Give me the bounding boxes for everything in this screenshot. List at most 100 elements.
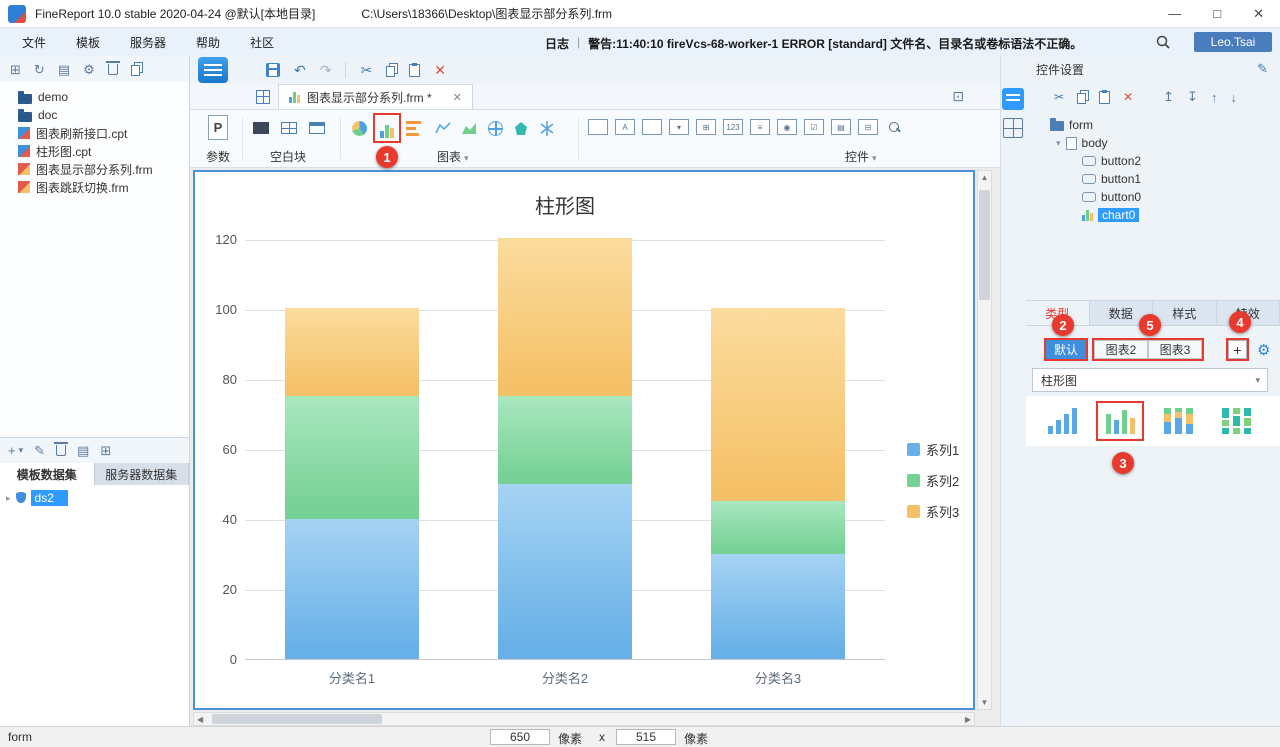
scroll-down-icon[interactable]: ▼ — [981, 698, 989, 707]
delete-template-icon[interactable] — [105, 60, 120, 75]
cut-icon[interactable]: ✂ — [360, 63, 372, 77]
component-tree-item-button1[interactable]: button1 — [1026, 170, 1280, 188]
chart-tab-3[interactable]: 图表3 — [1148, 340, 1202, 359]
tab-style[interactable]: 样式 — [1153, 301, 1217, 325]
move-down-icon[interactable]: ↓ — [1230, 90, 1237, 105]
copy-icon[interactable] — [386, 66, 396, 77]
widget-settings-pane-icon[interactable] — [1002, 88, 1024, 110]
view-icon[interactable]: ▤ — [58, 63, 70, 76]
new-template-icon[interactable]: ⊞ — [10, 63, 21, 76]
absolute-block-icon[interactable] — [278, 118, 300, 138]
gis-chart-icon[interactable] — [510, 118, 532, 138]
refresh-icon[interactable]: ↻ — [34, 63, 45, 76]
chart-type-select[interactable]: 柱形图 ▾ — [1032, 368, 1268, 392]
user-account-button[interactable]: Leo.Tsai — [1194, 32, 1272, 52]
tree-widget-icon[interactable]: ⊟ — [858, 119, 878, 135]
document-tab[interactable]: 图表显示部分系列.frm * ✕ — [278, 84, 473, 109]
duplicate-template-icon[interactable] — [130, 65, 140, 76]
legend-item[interactable]: 系列1 — [907, 440, 959, 459]
menu-item-4[interactable]: 社区 — [250, 34, 274, 51]
add-chart-button[interactable]: + — [1226, 338, 1249, 361]
component-tree-item-button0[interactable]: button0 — [1026, 188, 1280, 206]
undo-icon[interactable]: ↶ — [294, 63, 306, 77]
add-dataset-icon[interactable]: + — [8, 444, 16, 457]
file-tree-item[interactable]: doc — [0, 106, 189, 124]
edit-icon[interactable]: ✎ — [1257, 61, 1268, 77]
horizontal-scroll-thumb[interactable] — [212, 714, 382, 724]
redo-icon[interactable]: ↷ — [320, 63, 332, 77]
list-view-icon[interactable]: ▤ — [831, 119, 851, 135]
add-dataset-dropdown-icon[interactable]: ▾ — [19, 446, 24, 455]
file-tree-item[interactable]: 柱形图.cpt — [0, 142, 189, 160]
template-list-icon[interactable] — [256, 89, 270, 104]
button-icon[interactable] — [642, 119, 662, 135]
canvas-height-input[interactable]: 515 — [616, 729, 676, 745]
component-tree-item-chart0[interactable]: chart0 — [1026, 206, 1280, 224]
save-icon[interactable] — [266, 63, 280, 77]
stacked-column-chart-type-icon[interactable] — [1154, 401, 1202, 441]
edit-dataset-icon[interactable]: ✎ — [34, 444, 45, 457]
map-chart-icon[interactable] — [484, 118, 506, 138]
custom-column-chart-type-icon[interactable] — [1096, 401, 1144, 441]
parameter-pane-button[interactable]: P — [208, 115, 228, 140]
tab-server-dataset[interactable]: 服务器数据集 — [95, 463, 189, 485]
scroll-up-icon[interactable]: ▲ — [981, 173, 989, 182]
chart-settings-gear-icon[interactable]: ⚙ — [1257, 341, 1270, 359]
component-tree-item-button2[interactable]: button2 — [1026, 152, 1280, 170]
delete-icon[interactable]: ✕ — [1123, 91, 1133, 103]
radar-chart-icon[interactable] — [536, 118, 558, 138]
copy-icon[interactable] — [1077, 93, 1087, 104]
tab-template-dataset[interactable]: 模板数据集 — [0, 463, 95, 485]
menu-item-2[interactable]: 服务器 — [130, 34, 166, 51]
legend-item[interactable]: 系列2 — [907, 471, 959, 490]
search-icon[interactable] — [1155, 34, 1171, 50]
file-tree-item[interactable]: 图表显示部分系列.frm — [0, 160, 189, 178]
close-button[interactable]: ✕ — [1253, 6, 1264, 22]
radio-group-icon[interactable]: ◉ — [777, 119, 797, 135]
checkbox-group-icon[interactable]: ☑ — [804, 119, 824, 135]
file-tree-item[interactable]: 图表刷新接口.cpt — [0, 124, 189, 142]
chart-tab-2[interactable]: 图表2 — [1094, 340, 1148, 359]
delete-icon[interactable]: ✕ — [434, 63, 446, 77]
delete-dataset-icon[interactable] — [54, 442, 69, 456]
preview-dataset-icon[interactable]: ▤ — [77, 444, 89, 457]
connection-icon[interactable]: ⊞ — [100, 444, 111, 457]
move-bottom-icon[interactable]: ↧ — [1187, 89, 1198, 105]
cut-icon[interactable]: ✂ — [1054, 91, 1064, 103]
textfield-icon[interactable] — [588, 119, 608, 135]
menu-item-0[interactable]: 文件 — [22, 34, 46, 51]
paste-icon[interactable] — [409, 62, 421, 77]
expand-icon[interactable]: ▸ — [6, 493, 11, 504]
log-status[interactable]: 日志 | 警告:11:40:10 fireVcs-68-worker-1 ERR… — [545, 35, 1082, 52]
component-tree-item-body[interactable]: ▾ body — [1026, 134, 1280, 152]
area-chart-icon[interactable] — [458, 118, 480, 138]
bar-chart-icon[interactable] — [406, 118, 428, 138]
maximize-button[interactable]: □ — [1213, 6, 1221, 22]
menu-item-1[interactable]: 模板 — [76, 34, 100, 51]
line-chart-icon[interactable] — [432, 118, 454, 138]
canvas-width-input[interactable]: 650 — [490, 729, 550, 745]
textarea-icon[interactable]: ≡ — [750, 119, 770, 135]
chart-tab-default[interactable]: 默认 — [1044, 338, 1089, 361]
pie-chart-icon[interactable] — [348, 118, 370, 138]
fit-layout-icon[interactable]: ⊡ — [952, 88, 964, 105]
column-chart-icon[interactable] — [373, 113, 401, 143]
number-field-icon[interactable]: 123 — [723, 119, 743, 135]
template-web-settings-icon[interactable] — [198, 57, 228, 83]
query-button-icon[interactable] — [885, 119, 905, 135]
tab-block-icon[interactable] — [306, 118, 328, 138]
close-tab-icon[interactable]: ✕ — [453, 91, 462, 104]
vertical-scroll-thumb[interactable] — [979, 190, 990, 300]
combobox-icon[interactable]: ▾ — [669, 119, 689, 135]
label-icon[interactable]: A — [615, 119, 635, 135]
chart-widget[interactable]: 柱形图 系列1 系列2 系列3 0 20 40 60 80 100 120 分类名1 分类名2 分类名… — [195, 172, 973, 708]
file-tree-item[interactable]: demo — [0, 88, 189, 106]
menu-item-3[interactable]: 帮助 — [196, 34, 220, 51]
percent-stacked-column-chart-type-icon[interactable] — [1212, 401, 1260, 441]
scroll-left-icon[interactable]: ◀ — [197, 715, 203, 724]
dataset-item-ds2[interactable]: ▸ ds2 — [0, 489, 189, 507]
move-top-icon[interactable]: ↥ — [1163, 89, 1174, 105]
report-block-icon[interactable] — [250, 118, 272, 138]
paste-icon[interactable] — [1099, 89, 1111, 104]
minimize-button[interactable]: — — [1168, 6, 1181, 22]
